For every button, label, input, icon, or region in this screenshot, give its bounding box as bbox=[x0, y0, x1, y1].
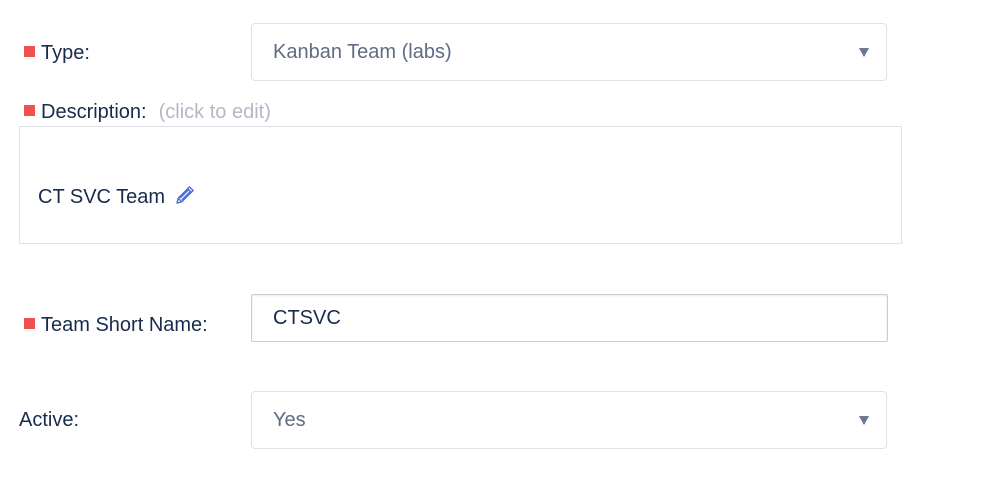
active-select[interactable]: Yes bbox=[251, 391, 887, 449]
description-content: CT SVC Team bbox=[38, 183, 197, 213]
required-marker bbox=[24, 105, 35, 116]
type-label: Type: bbox=[41, 42, 90, 64]
description-label: Description: bbox=[41, 101, 147, 123]
required-marker bbox=[24, 318, 35, 329]
required-marker bbox=[24, 46, 35, 57]
description-edit-hint: (click to edit) bbox=[158, 101, 271, 123]
type-label-row: Type: bbox=[24, 41, 90, 65]
description-label-row: Description: (click to edit) bbox=[24, 100, 271, 124]
chevron-down-icon bbox=[859, 416, 869, 425]
chevron-down-icon bbox=[859, 48, 869, 57]
short-name-input[interactable] bbox=[251, 294, 888, 342]
active-label: Active: bbox=[19, 409, 80, 431]
description-editor[interactable]: CT SVC Team bbox=[19, 126, 902, 244]
short-name-label-row: Team Short Name: bbox=[24, 313, 208, 337]
short-name-label: Team Short Name: bbox=[41, 314, 208, 336]
type-select-value: Kanban Team (labs) bbox=[273, 41, 452, 63]
pencil-icon[interactable] bbox=[173, 183, 197, 213]
active-select-value: Yes bbox=[273, 409, 306, 431]
type-select[interactable]: Kanban Team (labs) bbox=[251, 23, 887, 81]
description-value: CT SVC Team bbox=[38, 186, 166, 208]
